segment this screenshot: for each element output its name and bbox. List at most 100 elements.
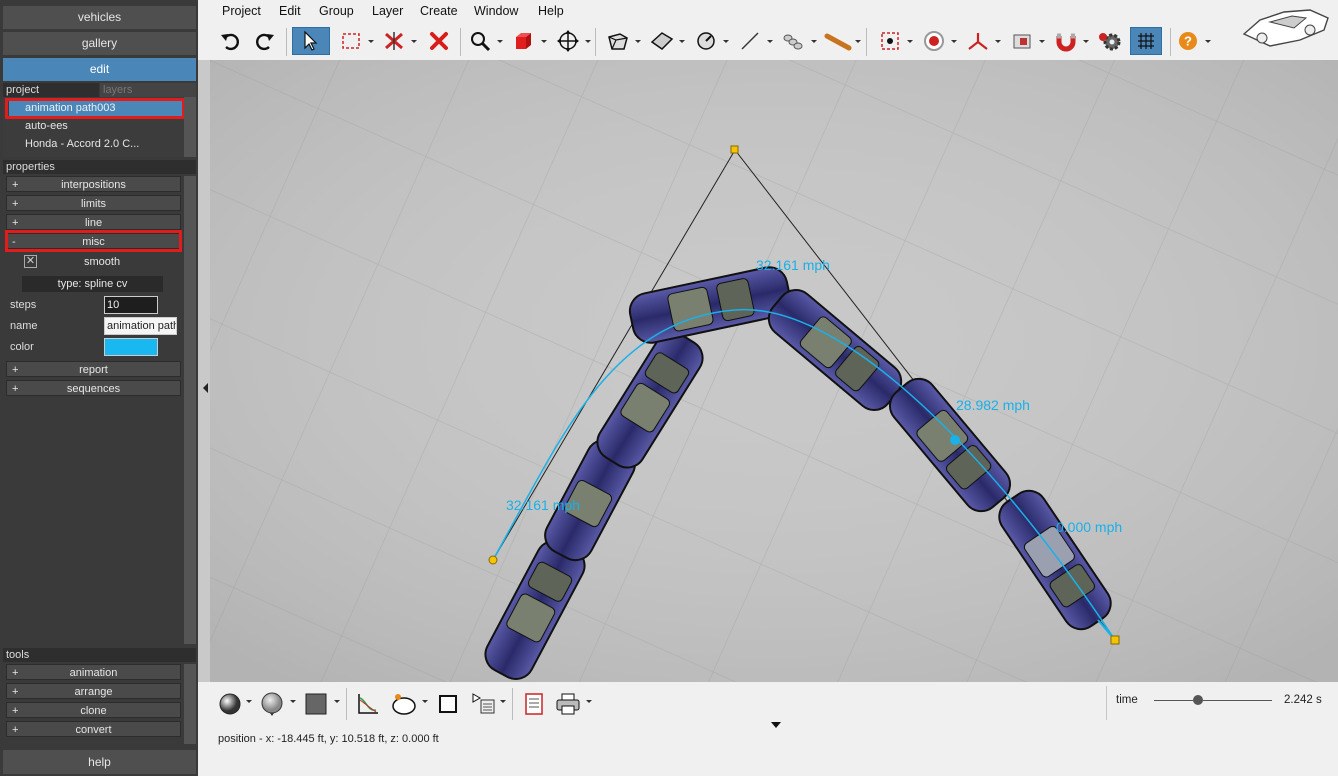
menu-layer[interactable]: Layer (372, 4, 403, 18)
control-point[interactable] (488, 555, 498, 565)
dropdown-arrow-icon[interactable] (1039, 40, 1045, 43)
highlight-box (5, 230, 182, 252)
dropdown-arrow-icon[interactable] (767, 40, 773, 43)
dropdown-arrow-icon[interactable] (811, 40, 817, 43)
select-arrow-icon[interactable] (292, 27, 330, 55)
graph-icon[interactable] (354, 690, 382, 718)
tool-arrange[interactable]: + arrange (6, 683, 181, 699)
camera-target-icon[interactable] (876, 27, 904, 55)
help-button[interactable]: help (3, 750, 196, 774)
group-limits[interactable]: + limits (6, 195, 181, 211)
dropdown-arrow-icon[interactable] (246, 700, 252, 703)
measure-icon[interactable] (692, 27, 720, 55)
tool-convert[interactable]: + convert (6, 721, 181, 737)
menu-help[interactable]: Help (538, 4, 564, 18)
dropdown-arrow-icon[interactable] (541, 40, 547, 43)
menu-group[interactable]: Group (319, 4, 354, 18)
group-line[interactable]: + line (6, 214, 181, 230)
dropdown-arrow-icon[interactable] (679, 40, 685, 43)
delete-icon[interactable] (425, 27, 453, 55)
type-dropdown[interactable]: type: spline cv (22, 276, 163, 292)
path-marker (950, 435, 960, 445)
dropdown-arrow-icon[interactable] (995, 40, 1001, 43)
dropdown-arrow-icon[interactable] (500, 700, 506, 703)
group-sequences[interactable]: + sequences (6, 380, 181, 396)
settings-gear-icon[interactable] (1096, 27, 1124, 55)
vehicles-button[interactable]: vehicles (3, 6, 196, 29)
menu-create[interactable]: Create (420, 4, 458, 18)
sequence-icon[interactable] (390, 690, 418, 718)
dropdown-arrow-icon[interactable] (1083, 40, 1089, 43)
tool-animation[interactable]: + animation (6, 664, 181, 680)
menu-window[interactable]: Window (474, 4, 518, 18)
time-slider[interactable] (1154, 695, 1272, 705)
dropdown-arrow-icon[interactable] (635, 40, 641, 43)
list-item-auto-ees[interactable]: auto-ees (9, 118, 183, 135)
dropdown-arrow-icon[interactable] (723, 40, 729, 43)
highlight-box (5, 98, 185, 119)
help-icon[interactable]: ? (1174, 27, 1202, 55)
print-icon[interactable] (554, 690, 582, 718)
time-slider-knob[interactable] (1192, 695, 1203, 705)
zoom-icon[interactable] (466, 27, 494, 55)
dropdown-arrow-icon[interactable] (585, 40, 591, 43)
dropdown-arrow-icon[interactable] (368, 40, 374, 43)
name-input[interactable]: animation path (104, 317, 177, 335)
light-icon[interactable] (258, 690, 286, 718)
tab-project[interactable]: project (3, 83, 99, 97)
smooth-checkbox[interactable]: ✕ (24, 255, 37, 268)
material-sphere-icon[interactable] (216, 690, 244, 718)
group-interpositions[interactable]: + interpositions (6, 176, 181, 192)
collapse-panel-arrow-icon[interactable] (203, 383, 208, 393)
cube-icon[interactable] (510, 27, 538, 55)
grid-icon[interactable] (1130, 27, 1162, 55)
expand-timeline-arrow-icon[interactable] (771, 722, 781, 728)
steps-input[interactable]: 10 (104, 296, 158, 314)
magnet-icon[interactable] (1052, 27, 1080, 55)
square-icon[interactable] (434, 690, 462, 718)
line-icon[interactable] (736, 27, 764, 55)
list-item-honda[interactable]: Honda - Accord 2.0 C... (9, 136, 183, 153)
properties-scrollbar[interactable] (184, 176, 196, 644)
menu-edit[interactable]: Edit (279, 4, 301, 18)
tab-layers[interactable]: layers (100, 83, 196, 97)
redo-icon[interactable] (251, 27, 279, 55)
dropdown-arrow-icon[interactable] (422, 700, 428, 703)
gallery-button[interactable]: gallery (3, 32, 196, 55)
undo-icon[interactable] (216, 27, 244, 55)
control-point[interactable] (1110, 635, 1120, 645)
target-icon[interactable] (920, 27, 948, 55)
dropdown-arrow-icon[interactable] (951, 40, 957, 43)
color-swatch[interactable] (104, 338, 158, 356)
dropdown-arrow-icon[interactable] (411, 40, 417, 43)
group-report[interactable]: + report (6, 361, 181, 377)
tools-scrollbar[interactable] (184, 664, 196, 744)
spring-icon[interactable] (780, 27, 808, 55)
dropdown-arrow-icon[interactable] (586, 700, 592, 703)
dropdown-arrow-icon[interactable] (290, 700, 296, 703)
dropdown-arrow-icon[interactable] (497, 40, 503, 43)
play-list-icon[interactable] (470, 690, 498, 718)
move-icon[interactable] (554, 27, 582, 55)
color-fill-icon[interactable] (302, 690, 330, 718)
tool-clone[interactable]: + clone (6, 702, 181, 718)
plane-icon[interactable] (648, 27, 676, 55)
menu-project[interactable]: Project (222, 4, 261, 18)
viewport-3d[interactable]: 32.161 mph 28.982 mph 32.161 mph 0.000 m… (210, 60, 1338, 682)
edit-button[interactable]: edit (3, 58, 196, 81)
project-scrollbar[interactable] (184, 97, 196, 157)
delete-vertex-icon[interactable] (380, 27, 408, 55)
report-icon[interactable] (520, 690, 548, 718)
control-point[interactable] (730, 145, 739, 154)
stick-icon[interactable] (824, 27, 852, 55)
speed-label: 28.982 mph (956, 397, 1030, 413)
dropdown-arrow-icon[interactable] (1205, 40, 1211, 43)
scene-canvas[interactable]: 32.161 mph 28.982 mph 32.161 mph 0.000 m… (210, 60, 1338, 682)
box-icon[interactable] (604, 27, 632, 55)
axis-icon[interactable] (964, 27, 992, 55)
render-icon[interactable] (1008, 27, 1036, 55)
dropdown-arrow-icon[interactable] (855, 40, 861, 43)
dropdown-arrow-icon[interactable] (907, 40, 913, 43)
rectangle-select-icon[interactable] (337, 27, 365, 55)
dropdown-arrow-icon[interactable] (334, 700, 340, 703)
